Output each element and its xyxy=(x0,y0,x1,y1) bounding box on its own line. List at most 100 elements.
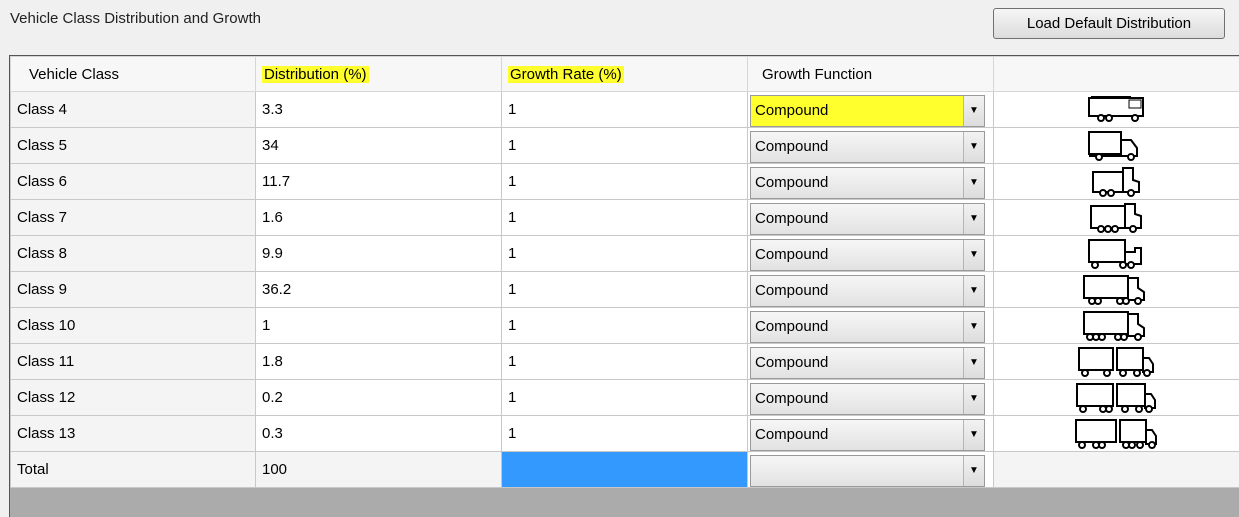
vehicle-class-cell[interactable]: Class 13 xyxy=(10,415,256,452)
growth-function-dropdown[interactable]: Compound ▼ xyxy=(750,310,985,343)
growth-function-cell[interactable]: Compound ▼ xyxy=(747,271,994,308)
growth-rate-cell[interactable]: 1 xyxy=(501,163,748,200)
vehicle-image-cell xyxy=(993,451,1239,488)
four-axle-truck-icon xyxy=(995,202,1239,234)
double-trailer-icon xyxy=(995,346,1239,378)
dropdown-arrow-icon[interactable]: ▼ xyxy=(963,203,984,234)
growth-function-dropdown[interactable]: Compound ▼ xyxy=(750,382,985,415)
vehicle-image-cell xyxy=(993,307,1239,344)
growth-function-cell[interactable]: Compound ▼ xyxy=(747,235,994,272)
dropdown-arrow-icon[interactable]: ▼ xyxy=(963,95,984,126)
column-header-growth-rate[interactable]: Growth Rate (%) xyxy=(501,56,748,92)
growth-rate-cell[interactable]: 1 xyxy=(501,415,748,452)
distribution-cell[interactable]: 3.3 xyxy=(255,91,502,128)
table-row: Class 12 0.2 1 Compound ▼ xyxy=(10,379,1239,416)
vehicle-image-cell xyxy=(993,91,1239,128)
vehicle-class-cell[interactable]: Class 8 xyxy=(10,235,256,272)
growth-rate-cell[interactable]: 1 xyxy=(501,343,748,380)
growth-function-cell[interactable]: Compound ▼ xyxy=(747,415,994,452)
growth-rate-cell[interactable]: 1 xyxy=(501,199,748,236)
growth-rate-cell[interactable]: 1 xyxy=(501,91,748,128)
vehicle-class-cell[interactable]: Class 4 xyxy=(10,91,256,128)
growth-function-value xyxy=(751,456,963,486)
table-row: Class 10 1 1 Compound ▼ xyxy=(10,307,1239,344)
column-header-growth-function[interactable]: Growth Function xyxy=(747,56,994,92)
distribution-cell[interactable]: 1 xyxy=(255,307,502,344)
three-axle-truck-icon xyxy=(995,166,1239,198)
dropdown-arrow-icon[interactable]: ▼ xyxy=(963,383,984,414)
table-row: Class 13 0.3 1 Compound ▼ xyxy=(10,415,1239,452)
growth-function-cell[interactable]: Compound ▼ xyxy=(747,199,994,236)
distribution-cell[interactable]: 1.8 xyxy=(255,343,502,380)
growth-function-cell[interactable]: Compound ▼ xyxy=(747,163,994,200)
distribution-cell[interactable]: 0.3 xyxy=(255,415,502,452)
dropdown-arrow-icon[interactable]: ▼ xyxy=(963,455,984,486)
growth-function-value: Compound xyxy=(755,281,829,299)
distribution-cell[interactable]: 11.7 xyxy=(255,163,502,200)
growth-function-cell[interactable]: Compound ▼ xyxy=(747,379,994,416)
growth-rate-cell[interactable]: 1 xyxy=(501,271,748,308)
distribution-cell[interactable]: 9.9 xyxy=(255,235,502,272)
column-header-distribution[interactable]: Distribution (%) xyxy=(255,56,502,92)
vehicle-class-cell[interactable]: Class 5 xyxy=(10,127,256,164)
vehicle-class-grid: Vehicle Class Distribution (%) Growth Ra… xyxy=(9,55,1239,517)
growth-function-dropdown[interactable]: Compound ▼ xyxy=(750,274,985,307)
dropdown-arrow-icon[interactable]: ▼ xyxy=(963,167,984,198)
growth-rate-cell[interactable]: 1 xyxy=(501,379,748,416)
distribution-cell[interactable]: 34 xyxy=(255,127,502,164)
growth-function-cell[interactable]: Compound ▼ xyxy=(747,307,994,344)
total-growth-rate-cell[interactable] xyxy=(501,451,748,488)
vehicle-image-cell xyxy=(993,415,1239,452)
section-title: Vehicle Class Distribution and Growth xyxy=(10,10,261,27)
two-axle-truck-icon xyxy=(995,130,1239,162)
table-row: Class 4 3.3 1 Compound ▼ xyxy=(10,91,1239,128)
growth-function-dropdown[interactable]: Compound ▼ xyxy=(750,418,985,451)
dropdown-arrow-icon[interactable]: ▼ xyxy=(963,347,984,378)
growth-function-dropdown[interactable]: Compound ▼ xyxy=(750,130,985,163)
table-row: Class 7 1.6 1 Compound ▼ xyxy=(10,199,1239,236)
dropdown-arrow-icon[interactable]: ▼ xyxy=(963,239,984,270)
six-axle-double-trailer-icon xyxy=(995,382,1239,414)
total-growth-function-dropdown[interactable]: ▼ xyxy=(750,454,985,487)
total-distribution-cell: 100 xyxy=(255,451,502,488)
dropdown-arrow-icon[interactable]: ▼ xyxy=(963,131,984,162)
vehicle-class-cell[interactable]: Class 7 xyxy=(10,199,256,236)
vehicle-class-cell[interactable]: Class 10 xyxy=(10,307,256,344)
dropdown-arrow-icon[interactable]: ▼ xyxy=(963,311,984,342)
growth-function-value: Compound xyxy=(751,95,963,126)
vehicle-image-cell xyxy=(993,343,1239,380)
growth-function-value: Compound xyxy=(755,317,829,335)
distribution-cell[interactable]: 36.2 xyxy=(255,271,502,308)
dropdown-arrow-icon[interactable]: ▼ xyxy=(963,419,984,450)
distribution-cell[interactable]: 1.6 xyxy=(255,199,502,236)
total-growth-function-cell[interactable]: ▼ xyxy=(747,451,994,488)
growth-function-cell[interactable]: Compound ▼ xyxy=(747,343,994,380)
growth-function-cell[interactable]: Compound ▼ xyxy=(747,127,994,164)
growth-function-dropdown[interactable]: Compound ▼ xyxy=(750,238,985,271)
growth-function-value: Compound xyxy=(755,137,829,155)
vehicle-class-cell[interactable]: Class 11 xyxy=(10,343,256,380)
growth-rate-cell[interactable]: 1 xyxy=(501,307,748,344)
growth-function-dropdown[interactable]: Compound ▼ xyxy=(750,166,985,199)
load-default-distribution-button[interactable]: Load Default Distribution xyxy=(993,8,1225,39)
bus-icon xyxy=(995,94,1239,126)
distribution-cell[interactable]: 0.2 xyxy=(255,379,502,416)
growth-rate-cell[interactable]: 1 xyxy=(501,127,748,164)
growth-function-cell[interactable]: Compound ▼ xyxy=(747,91,994,128)
growth-function-dropdown[interactable]: Compound ▼ xyxy=(750,94,985,127)
small-tractor-trailer-icon xyxy=(995,238,1239,270)
column-header-vehicle-class[interactable]: Vehicle Class xyxy=(10,56,256,92)
vehicle-class-cell[interactable]: Class 12 xyxy=(10,379,256,416)
growth-function-dropdown[interactable]: Compound ▼ xyxy=(750,202,985,235)
growth-function-dropdown[interactable]: Compound ▼ xyxy=(750,346,985,379)
vehicle-image-cell xyxy=(993,379,1239,416)
vehicle-image-cell xyxy=(993,199,1239,236)
growth-function-value: Compound xyxy=(755,245,829,263)
vehicle-class-cell[interactable]: Class 9 xyxy=(10,271,256,308)
growth-rate-cell[interactable]: 1 xyxy=(501,235,748,272)
growth-function-value: Compound xyxy=(755,425,829,443)
growth-function-value: Compound xyxy=(755,173,829,191)
dropdown-arrow-icon[interactable]: ▼ xyxy=(963,275,984,306)
vehicle-class-cell[interactable]: Class 6 xyxy=(10,163,256,200)
table-row: Class 9 36.2 1 Compound ▼ xyxy=(10,271,1239,308)
